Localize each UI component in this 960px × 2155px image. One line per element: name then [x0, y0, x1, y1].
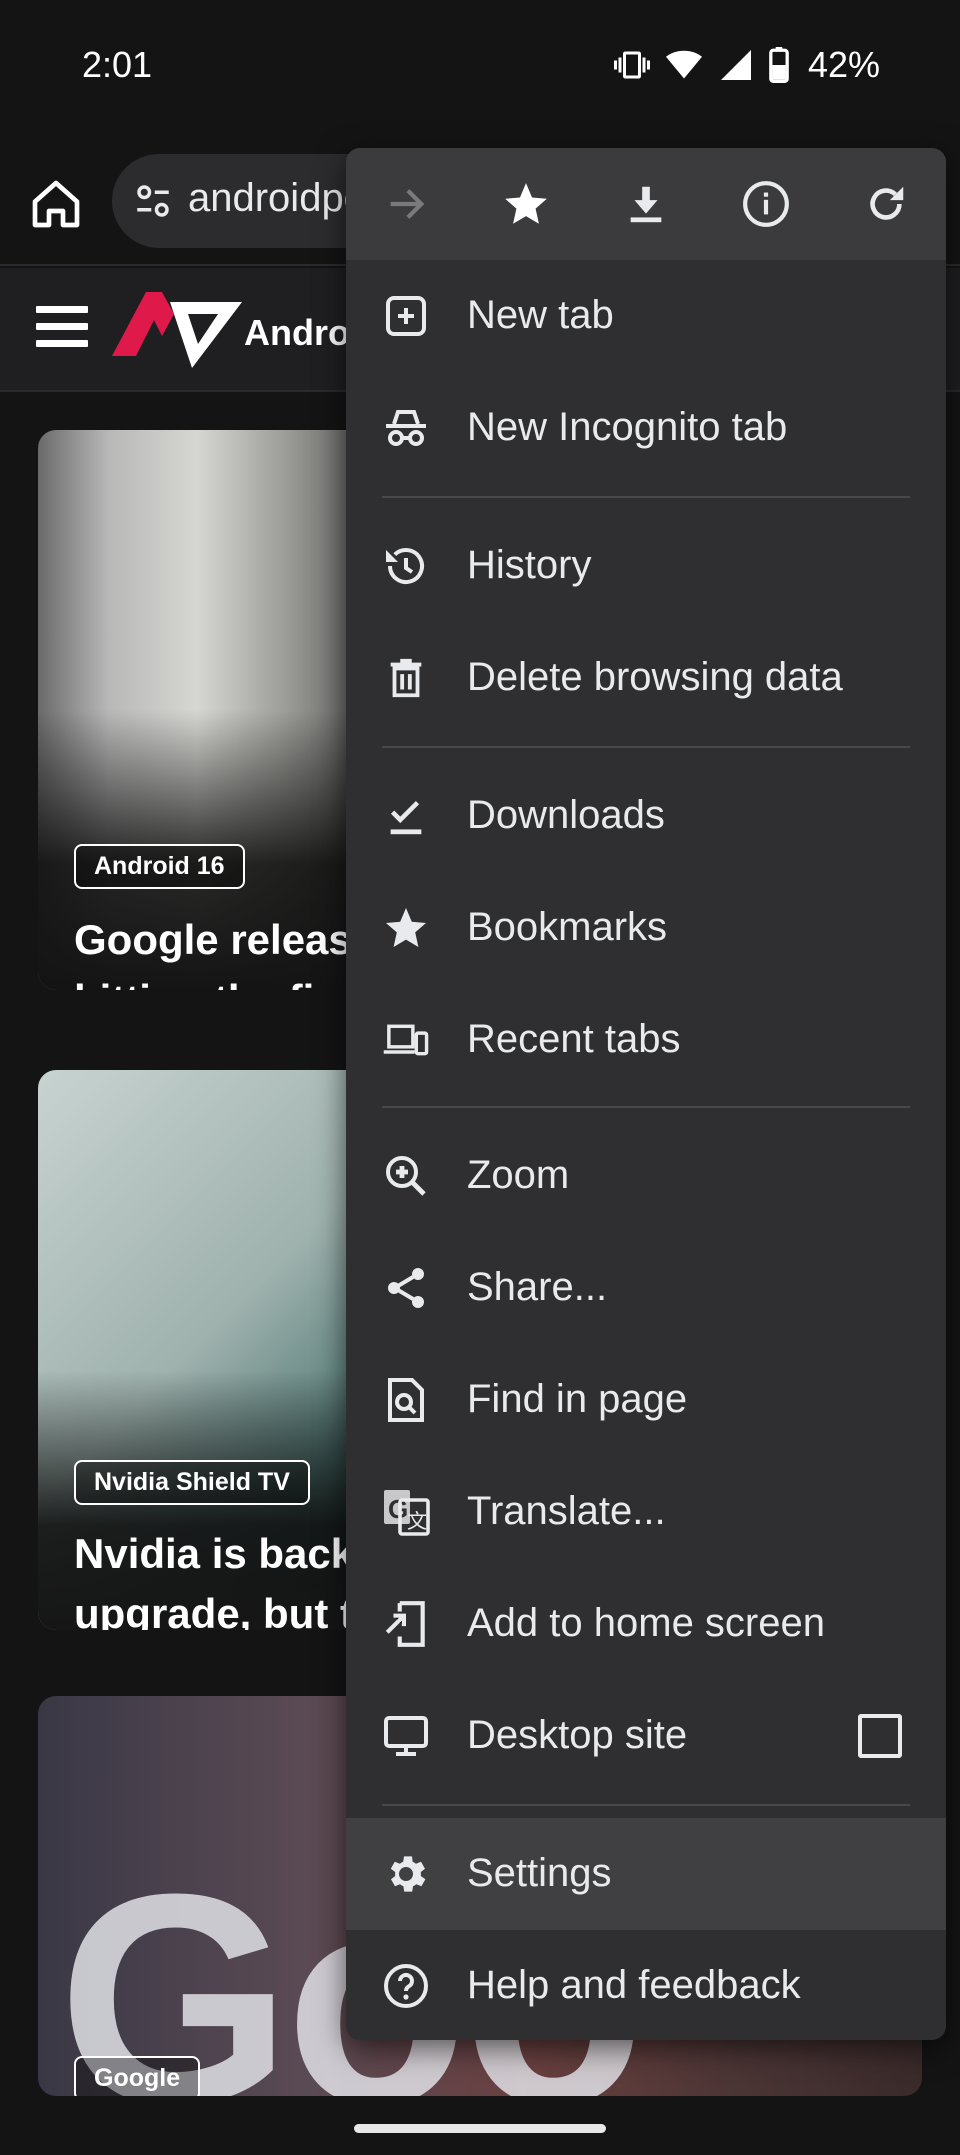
- download-icon: [630, 186, 662, 223]
- menu-item-find-in-page[interactable]: Find in page: [346, 1344, 946, 1456]
- menu-item-label: Add to home screen: [467, 1601, 825, 1645]
- menu-item-label: Recent tabs: [467, 1017, 681, 1061]
- forward-button[interactable]: [346, 148, 466, 260]
- menu-item-help-and-feedback[interactable]: Help and feedback: [346, 1930, 946, 2040]
- status-time: 2:01: [82, 44, 153, 85]
- battery-icon: [768, 47, 790, 83]
- zoom-in-icon: [382, 1152, 430, 1200]
- vibrate-icon: [613, 47, 650, 83]
- menu-item-desktop-site[interactable]: Desktop site: [346, 1680, 946, 1792]
- menu-item-downloads[interactable]: Downloads: [346, 760, 946, 872]
- star-icon: [382, 904, 430, 952]
- bookmark-star-button[interactable]: [466, 148, 586, 260]
- find-in-page-icon: [382, 1376, 430, 1424]
- site-logo-icon[interactable]: [112, 292, 242, 373]
- svg-text:文: 文: [407, 1509, 427, 1533]
- menu-item-new-tab[interactable]: New tab: [346, 260, 946, 372]
- desktop-site-checkbox[interactable]: [858, 1714, 902, 1758]
- menu-item-history[interactable]: History: [346, 510, 946, 622]
- reload-icon: [870, 186, 904, 220]
- menu-item-label: Translate...: [467, 1489, 666, 1533]
- status-icons: 42%: [613, 44, 880, 86]
- menu-divider: [382, 746, 910, 748]
- menu-divider: [382, 1106, 910, 1108]
- history-icon: [382, 542, 430, 590]
- overflow-menu: New tab New Incognito tab History Delete…: [346, 148, 946, 2040]
- download-done-icon: [382, 792, 430, 840]
- new-tab-icon: [382, 292, 430, 340]
- menu-item-label: Find in page: [467, 1377, 688, 1421]
- article-tag[interactable]: Android 16: [74, 844, 245, 889]
- info-icon: [743, 181, 789, 227]
- share-icon: [382, 1264, 430, 1312]
- page-info-button[interactable]: [706, 148, 826, 260]
- menu-item-label: Zoom: [467, 1153, 570, 1197]
- wifi-icon: [664, 47, 704, 83]
- cell-signal-icon: [718, 47, 754, 83]
- desktop-icon: [382, 1712, 430, 1760]
- menu-divider: [382, 1804, 910, 1806]
- reload-button[interactable]: [826, 148, 946, 260]
- menu-item-label: Bookmarks: [467, 905, 668, 949]
- menu-item-label: Settings: [467, 1851, 612, 1895]
- menu-item-label: Downloads: [467, 793, 665, 837]
- help-icon: [382, 1962, 430, 2010]
- menu-item-label: New Incognito tab: [467, 405, 788, 449]
- forward-arrow-icon: [390, 189, 425, 219]
- menu-item-bookmarks[interactable]: Bookmarks: [346, 872, 946, 984]
- incognito-icon: [382, 404, 430, 452]
- menu-item-settings[interactable]: Settings: [346, 1818, 946, 1930]
- translate-icon: G文: [382, 1488, 430, 1536]
- article-tag[interactable]: Google: [74, 2056, 201, 2096]
- menu-item-add-to-home-screen[interactable]: Add to home screen: [346, 1568, 946, 1680]
- navigation-bar: [0, 2098, 960, 2155]
- gear-icon: [382, 1850, 430, 1898]
- trash-icon: [382, 654, 430, 702]
- menu-item-zoom[interactable]: Zoom: [346, 1120, 946, 1232]
- menu-item-label: Share...: [467, 1265, 608, 1309]
- menu-item-label: Desktop site: [467, 1713, 688, 1757]
- site-settings-icon[interactable]: [132, 180, 174, 227]
- menu-item-label: New tab: [467, 293, 614, 337]
- hamburger-menu-icon[interactable]: [36, 306, 88, 352]
- devices-icon: [382, 1016, 430, 1064]
- menu-item-recent-tabs[interactable]: Recent tabs: [346, 984, 946, 1096]
- article-tag[interactable]: Nvidia Shield TV: [74, 1460, 310, 1505]
- download-page-button[interactable]: [586, 148, 706, 260]
- menu-item-label: History: [467, 543, 592, 587]
- gesture-handle[interactable]: [354, 2124, 606, 2133]
- status-bar: 2:01 42%: [0, 0, 960, 140]
- menu-item-delete-browsing-data[interactable]: Delete browsing data: [346, 622, 946, 734]
- menu-item-label: Help and feedback: [467, 1963, 801, 2007]
- menu-item-label: Delete browsing data: [467, 655, 843, 699]
- menu-action-row: [346, 148, 946, 260]
- menu-item-translate[interactable]: G文 Translate...: [346, 1456, 946, 1568]
- menu-item-share[interactable]: Share...: [346, 1232, 946, 1344]
- star-filled-icon: [505, 183, 547, 224]
- home-button[interactable]: [28, 176, 84, 232]
- menu-divider: [382, 496, 910, 498]
- menu-item-new-incognito-tab[interactable]: New Incognito tab: [346, 372, 946, 484]
- home-icon: [32, 180, 80, 228]
- battery-percentage: 42%: [807, 44, 880, 85]
- add-to-home-screen-icon: [382, 1600, 430, 1648]
